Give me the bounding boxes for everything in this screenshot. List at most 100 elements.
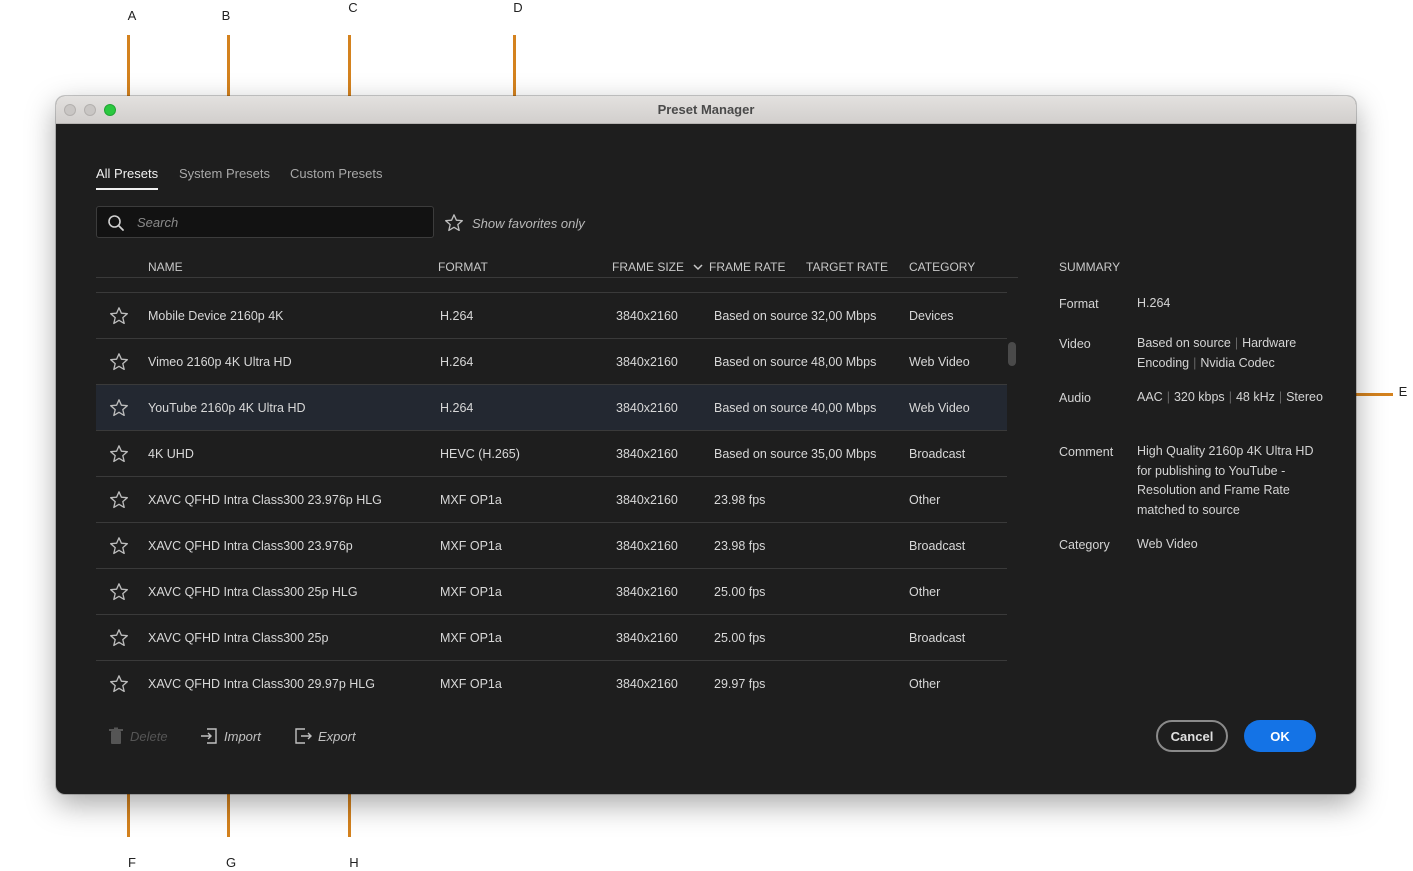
search-input[interactable] (137, 207, 427, 237)
table-row[interactable]: 4K UHD HEVC (H.265) 3840x2160 Based on s… (96, 431, 1007, 477)
column-header-category[interactable]: CATEGORY (909, 260, 975, 274)
column-header-format[interactable]: FORMAT (438, 260, 488, 274)
cell-category: Web Video (909, 355, 970, 369)
search-icon (108, 215, 124, 231)
ok-button[interactable]: OK (1244, 720, 1316, 752)
column-header-name[interactable]: NAME (148, 260, 183, 274)
summary-category-label: Category (1059, 538, 1110, 552)
column-header-frame-rate[interactable]: FRAME RATE (709, 260, 785, 274)
star-outline-icon[interactable] (109, 582, 129, 602)
star-outline-icon[interactable] (109, 398, 129, 418)
cell-frame-rate: Based on source (714, 309, 808, 323)
summary-format-value: H.264 (1137, 296, 1171, 310)
callout-f: F (128, 855, 136, 870)
tab-custom-presets[interactable]: Custom Presets (290, 166, 382, 190)
table-row[interactable]: Vimeo 2160p 4K Ultra HD H.264 3840x2160 … (96, 339, 1007, 385)
cell-target-rate: 32,00 Mbps (811, 309, 877, 323)
cell-category: Broadcast (909, 631, 966, 645)
summary-comment-value: High Quality 2160p 4K Ultra HD for publi… (1137, 444, 1314, 517)
cell-name: XAVC QFHD Intra Class300 25p HLG (148, 585, 358, 599)
star-outline-icon[interactable] (109, 628, 129, 648)
cell-category: Other (909, 493, 941, 507)
cell-format: H.264 (440, 355, 474, 369)
cell-frame-rate: 23.98 fps (714, 539, 766, 553)
table-row[interactable]: Mobile Device 2160p 4K H.264 3840x2160 B… (96, 293, 1007, 339)
star-outline-icon[interactable] (109, 674, 129, 694)
cell-frame-size: 3840x2160 (616, 539, 678, 553)
cell-format: MXF OP1a (440, 631, 502, 645)
summary-title: SUMMARY (1059, 260, 1121, 274)
callout-h: H (349, 855, 359, 870)
cell-category: Web Video (909, 401, 970, 415)
delete-button[interactable]: Delete (108, 724, 168, 748)
cell-frame-size: 3840x2160 (616, 631, 678, 645)
table-row-selected[interactable]: YouTube 2160p 4K Ultra HD H.264 3840x216… (96, 385, 1007, 431)
cell-frame-size: 3840x2160 (616, 677, 678, 691)
video-codec: Nvidia Codec (1200, 355, 1275, 370)
cell-name: XAVC QFHD Intra Class300 23.976p HLG (148, 493, 382, 507)
audio-channels: Stereo (1286, 390, 1323, 404)
star-outline-icon (445, 214, 463, 232)
cell-category: Other (909, 585, 941, 599)
cell-name: Mobile Device 2160p 4K (148, 309, 284, 323)
tab-system-presets[interactable]: System Presets (179, 166, 270, 190)
callout-c: C (348, 0, 358, 15)
export-button[interactable]: Export (294, 724, 356, 748)
callout-b: B (221, 8, 231, 23)
table-row[interactable]: XAVC QFHD Intra Class300 29.97p HLG MXF … (96, 661, 1007, 707)
cell-format: MXF OP1a (440, 539, 502, 553)
star-outline-icon[interactable] (109, 490, 129, 510)
cell-name: XAVC QFHD Intra Class300 23.976p (148, 539, 353, 553)
summary-audio-label: Audio (1059, 391, 1091, 405)
column-header-target-rate[interactable]: TARGET RATE (806, 260, 888, 274)
cell-format: HEVC (H.265) (440, 447, 520, 461)
cell-frame-size: 3840x2160 (616, 309, 678, 323)
cell-name: YouTube 2160p 4K Ultra HD (148, 401, 306, 415)
star-outline-icon[interactable] (109, 444, 129, 464)
cell-frame-rate: 25.00 fps (714, 631, 766, 645)
audio-codec: AAC (1137, 390, 1163, 404)
cell-frame-rate: 25.00 fps (714, 585, 766, 599)
star-outline-icon[interactable] (109, 306, 129, 326)
callout-a: A (127, 8, 137, 23)
table-row[interactable]: XAVC QFHD Intra Class300 25p MXF OP1a 38… (96, 615, 1007, 661)
cell-frame-size: 3840x2160 (616, 401, 678, 415)
summary-audio-value: AAC | 320 kbps | 48 kHz | Stereo (1137, 390, 1323, 404)
cell-target-rate: 40,00 Mbps (811, 401, 877, 415)
column-header-frame-size[interactable]: FRAME SIZE (612, 260, 703, 274)
cell-format: H.264 (440, 309, 474, 323)
table-row[interactable]: XAVC QFHD Intra Class300 25p HLG MXF OP1… (96, 569, 1007, 615)
chevron-down-icon (693, 264, 703, 271)
callout-g: G (225, 855, 237, 870)
export-icon (295, 728, 312, 744)
cell-frame-rate: Based on source (714, 355, 808, 369)
cell-format: MXF OP1a (440, 493, 502, 507)
cell-frame-rate: 23.98 fps (714, 493, 766, 507)
delete-label: Delete (130, 728, 168, 744)
trash-icon (109, 727, 123, 744)
summary-comment-label: Comment (1059, 445, 1114, 459)
cell-name: 4K UHD (148, 447, 194, 461)
cancel-button[interactable]: Cancel (1156, 720, 1228, 752)
import-label: Import (224, 728, 261, 744)
cell-frame-rate: 29.97 fps (714, 677, 766, 691)
cell-category: Devices (909, 309, 954, 323)
table-scrollbar[interactable] (1008, 342, 1016, 366)
cell-format: MXF OP1a (440, 677, 502, 691)
import-button[interactable]: Import (200, 724, 261, 748)
cell-frame-size: 3840x2160 (616, 493, 678, 507)
show-favorites-toggle[interactable]: Show favorites only (444, 212, 585, 234)
star-outline-icon[interactable] (109, 352, 129, 372)
cell-category: Broadcast (909, 539, 966, 553)
cell-category: Other (909, 677, 941, 691)
tab-all-presets[interactable]: All Presets (96, 166, 159, 190)
star-outline-icon[interactable] (109, 536, 129, 556)
summary-category-value: Web Video (1137, 537, 1198, 551)
summary-video-label: Video (1059, 337, 1091, 351)
table-row[interactable]: XAVC QFHD Intra Class300 23.976p HLG MXF… (96, 477, 1007, 523)
table-row[interactable]: XAVC QFHD Intra Class300 23.976p MXF OP1… (96, 523, 1007, 569)
callout-e: E (1398, 384, 1408, 399)
callout-d: D (513, 0, 523, 15)
export-label: Export (318, 728, 356, 744)
column-header-frame-size-label: FRAME SIZE (612, 260, 685, 274)
